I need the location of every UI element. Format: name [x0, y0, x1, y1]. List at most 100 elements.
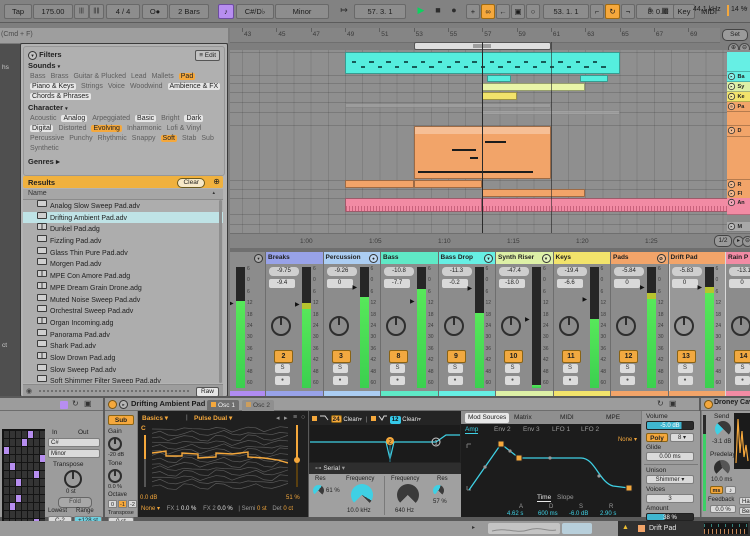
fold-icon[interactable]: ▾: [542, 254, 551, 263]
scale-grid-cell[interactable]: [16, 503, 21, 510]
filter-tag[interactable]: Voice: [108, 83, 125, 90]
warning-icon[interactable]: ▲: [622, 524, 629, 531]
peak-level-value[interactable]: -5.83: [672, 267, 702, 276]
filter-tag[interactable]: Piano & Keys: [30, 83, 76, 90]
scale-grid-cell[interactable]: [40, 471, 45, 478]
pan-knob[interactable]: [731, 316, 750, 336]
scale-grid-cell[interactable]: [22, 487, 27, 494]
arm-button[interactable]: ●: [735, 376, 750, 385]
mixer-track-strip[interactable]: Bass-10.8-7.78S●▶6061218243036424860: [381, 252, 439, 396]
tab-osc1[interactable]: Osc 1: [207, 400, 239, 411]
osc-gain-value[interactable]: 0.0 dB: [140, 495, 157, 501]
peak-level-value[interactable]: -9.75: [269, 267, 299, 276]
fader-handle[interactable]: ▶: [640, 284, 647, 291]
scale-grid-cell[interactable]: [40, 439, 45, 446]
circle-view-icon[interactable]: ○: [301, 414, 305, 421]
mixer-track-strip[interactable]: Rain P-13.1014S●▶6061218243036424860: [726, 252, 750, 396]
wt-category-select[interactable]: Basics ▾: [142, 414, 168, 422]
mod-tab-matrix[interactable]: Matrix: [511, 413, 535, 423]
wavetable-display[interactable]: [152, 423, 288, 491]
prev-wavetable-icon[interactable]: ◂: [276, 414, 280, 422]
track-name[interactable]: Pads⊘: [611, 252, 668, 264]
amp-envelope-display[interactable]: [463, 436, 637, 496]
unison-amount-value[interactable]: 38 %: [646, 513, 694, 521]
slash-icon[interactable]: ⊘: [728, 103, 735, 110]
filter-tag[interactable]: Soft: [161, 135, 177, 142]
ir-name-select[interactable]: Berli: [739, 507, 750, 515]
solo-button[interactable]: S: [505, 364, 520, 373]
mixer-track-strip[interactable]: Keys-19.4-6.611S●▶6061218243036424860: [554, 252, 612, 396]
fader-handle[interactable]: ▶: [698, 284, 705, 291]
browser-result-item[interactable]: Morgen Pad.adv: [23, 258, 223, 270]
filter2-res-value[interactable]: 57 %: [433, 499, 447, 505]
list-view-icon[interactable]: ≡: [293, 414, 297, 421]
solo-button[interactable]: S: [448, 364, 463, 373]
automation-arm-button[interactable]: ○: [526, 4, 540, 19]
punch-out-button[interactable]: ¬: [621, 4, 635, 19]
sub-button[interactable]: Sub: [108, 415, 134, 425]
filter-tag[interactable]: Chords & Phrases: [30, 93, 91, 100]
fold-icon[interactable]: ▾: [254, 254, 263, 263]
scale-grid-cell[interactable]: [22, 471, 27, 478]
scale-grid-cell[interactable]: [28, 463, 33, 470]
volume-value[interactable]: -0.2: [442, 279, 468, 288]
unfold-icon[interactable]: ▸: [728, 223, 735, 230]
send-knob[interactable]: [715, 421, 731, 437]
predelay-knob[interactable]: [714, 460, 730, 476]
scale-grid-cell[interactable]: [34, 455, 39, 462]
scale-grid-cell[interactable]: [22, 431, 27, 438]
set-locator-button[interactable]: Set: [722, 29, 748, 41]
mixer-track-strip[interactable]: Percussion●-9.2603S●▶6061218243036424860: [324, 252, 382, 396]
volume-value[interactable]: -7.7: [384, 279, 410, 288]
quantize-menu[interactable]: 2 Bars: [169, 4, 209, 19]
track-name[interactable]: Synth Riser▾: [496, 252, 553, 264]
cpu-menu-caret-icon[interactable]: ▾: [745, 6, 748, 12]
adsr-value[interactable]: -6.0 dB: [569, 511, 588, 517]
clip-scroll-thumb[interactable]: [488, 523, 560, 534]
scale-grid-cell[interactable]: [34, 431, 39, 438]
arm-button[interactable]: ●: [678, 376, 693, 385]
tempo-field[interactable]: 175.00: [33, 4, 73, 19]
unfold-icon[interactable]: ▸: [728, 190, 735, 197]
stop-button[interactable]: ■: [431, 3, 445, 18]
filter1-slope[interactable]: 24: [331, 415, 342, 423]
track-number[interactable]: 13: [677, 350, 696, 363]
track-name[interactable]: Rain P: [726, 252, 750, 264]
save-preset-icon[interactable]: ▣: [84, 399, 92, 408]
mod-subtab-env-3[interactable]: Env 3: [523, 426, 540, 433]
scale-mode-toggle[interactable]: ♪: [218, 4, 234, 19]
scale-transpose-knob[interactable]: [64, 470, 82, 488]
solo-button[interactable]: S: [563, 364, 578, 373]
arrangement-track-header[interactable]: ▸ Sy: [727, 82, 750, 92]
filter-tag[interactable]: Evolving: [91, 125, 121, 132]
scale-grid-cell[interactable]: [16, 439, 21, 446]
punch-in-button[interactable]: ⌐: [590, 4, 604, 19]
browser-result-item[interactable]: MPE Con Amore Pad.adg: [23, 270, 223, 282]
browser-result-item[interactable]: Panorama Pad.adv: [23, 329, 223, 341]
device-on-led[interactable]: [108, 400, 117, 409]
sub-tone-value[interactable]: 0.0 %: [108, 484, 122, 490]
filter-group-header[interactable]: Sounds ▾: [28, 61, 60, 70]
send-value[interactable]: -3.1 dB: [712, 439, 731, 445]
scale-grid-cell[interactable]: [28, 503, 33, 510]
scale-grid-cell[interactable]: [10, 471, 15, 478]
browser-result-item[interactable]: MPE Dream Grain Drone.adg: [23, 282, 223, 294]
unfold-icon[interactable]: ▸: [728, 93, 735, 100]
scale-grid-cell[interactable]: [40, 431, 45, 438]
fader-handle[interactable]: ▶: [353, 284, 360, 291]
filter2-res-knob[interactable]: [433, 485, 444, 496]
arrangement-clip[interactable]: [482, 92, 516, 100]
scale-grid-cell[interactable]: [34, 495, 39, 502]
scale-grid-cell[interactable]: [4, 471, 9, 478]
key-map-button[interactable]: Key: [673, 4, 695, 19]
computer-midi-keyboard-button[interactable]: ▦: [658, 3, 672, 18]
arrangement-track-header[interactable]: [727, 208, 750, 215]
filter-tag[interactable]: Analog: [61, 115, 87, 122]
arrangement-track-header[interactable]: ⊘ Pa: [727, 102, 750, 112]
root-note-menu[interactable]: C#/D♭: [236, 4, 274, 19]
scale-grid-cell[interactable]: [22, 503, 27, 510]
osc-gain-slider[interactable]: [144, 435, 146, 487]
scale-grid-cell[interactable]: [22, 463, 27, 470]
track-number[interactable]: 14: [734, 350, 750, 363]
unfold-icon[interactable]: ▸: [728, 181, 735, 188]
